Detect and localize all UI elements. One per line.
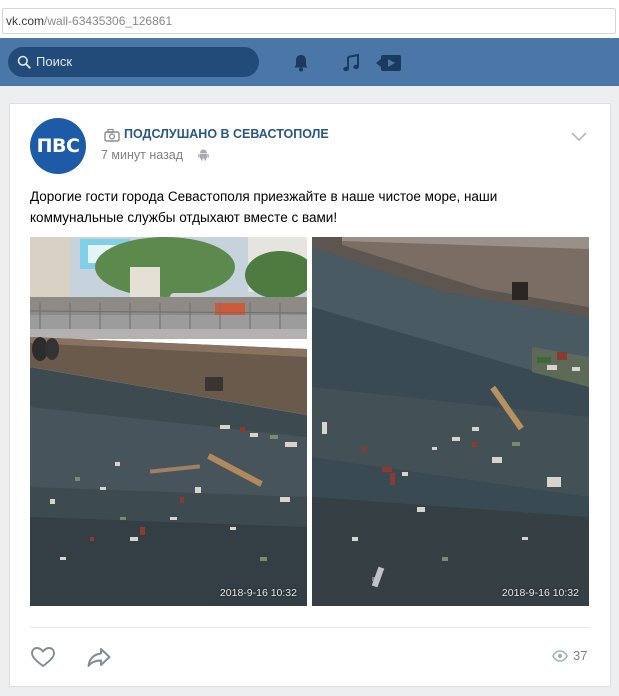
actions-divider — [30, 627, 590, 628]
photo-water-image — [312, 237, 589, 606]
post-time-link[interactable]: 7 минут назад — [101, 148, 183, 162]
top-navigation-bar: Поиск — [0, 38, 619, 86]
url-field[interactable]: vk.com/wall-63435306_126861 — [2, 8, 616, 34]
video-play-icon[interactable] — [375, 52, 403, 74]
search-placeholder: Поиск — [36, 54, 73, 69]
post-photo[interactable]: 2018-9-16 10:32 — [312, 237, 589, 606]
url-text: vk.com/wall-63435306_126861 — [6, 14, 172, 28]
eye-icon — [552, 650, 568, 662]
post-photo[interactable]: 2018-9-16 10:32 — [30, 237, 307, 606]
wall-post: ПВС ПОДСЛУШАНО В СЕВАСТОПОЛЕ 7 минут наз… — [9, 103, 611, 687]
camera-icon — [104, 128, 120, 142]
music-note-icon[interactable] — [340, 52, 362, 74]
heart-icon[interactable] — [30, 646, 56, 668]
photo-timestamp: 2018-9-16 10:32 — [219, 587, 297, 599]
avatar-text: ПВС — [36, 135, 80, 157]
views-count: 37 — [573, 648, 588, 663]
bell-icon[interactable] — [290, 52, 312, 74]
chevron-down-icon[interactable] — [571, 132, 587, 142]
photo-harbor-image — [30, 237, 307, 606]
post-text: Дорогие гости города Севастополя приезжа… — [30, 189, 498, 225]
browser-address-bar: vk.com/wall-63435306_126861 — [0, 0, 619, 38]
search-icon — [17, 55, 31, 69]
android-icon — [198, 149, 209, 161]
avatar[interactable]: ПВС — [30, 118, 86, 174]
community-name-link[interactable]: ПОДСЛУШАНО В СЕВАСТОПОЛЕ — [124, 127, 329, 141]
url-domain: vk.com — [6, 14, 45, 28]
url-path: /wall-63435306_126861 — [44, 14, 173, 28]
photo-timestamp: 2018-9-16 10:32 — [501, 587, 579, 599]
share-arrow-icon[interactable] — [86, 646, 112, 668]
search-input[interactable]: Поиск — [8, 47, 259, 77]
